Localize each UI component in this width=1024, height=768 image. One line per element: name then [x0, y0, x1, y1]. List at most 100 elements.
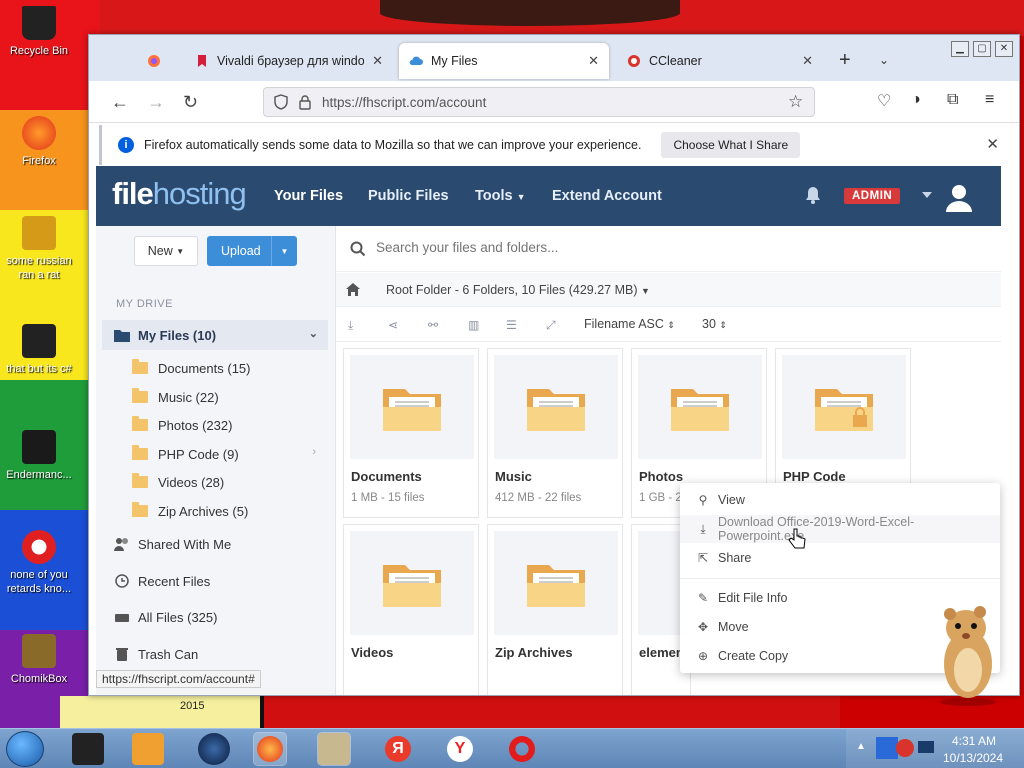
desktop-icon-chomikbox[interactable]: ChomikBox	[2, 634, 76, 686]
taskbar-app-globe[interactable]	[198, 733, 230, 765]
search-input[interactable]	[376, 240, 776, 255]
nav-tools[interactable]: Tools ▼	[475, 188, 526, 204]
sidebar-folder-php-code[interactable]: PHP Code (9) ›	[132, 440, 322, 468]
sidebar-folder-videos[interactable]: Videos (28)	[132, 468, 322, 496]
sort-select[interactable]: Filename ASC ⇕	[584, 317, 675, 331]
folder-thumbnail	[638, 355, 762, 459]
choose-what-i-share-button[interactable]: Choose What I Share	[661, 132, 801, 158]
taskbar-app-media-player[interactable]	[132, 733, 164, 765]
home-icon[interactable]	[346, 283, 360, 296]
list-tabs-chevron-down-icon[interactable]: ⌄	[879, 53, 889, 67]
desktop-icon-russian-rat[interactable]: some russian ran a rat	[2, 216, 76, 282]
list-view-icon[interactable]: ☰	[506, 318, 520, 332]
clock-date[interactable]: 10/13/2024	[938, 751, 1008, 765]
caret-down-icon: ▼	[176, 246, 185, 256]
context-menu-download[interactable]: ⤓ Download Office-2019-Word-Excel-Powerpo…	[680, 515, 1000, 543]
sidebar-item-all-files[interactable]: All Files (325)	[102, 602, 328, 632]
per-page-select[interactable]: 30 ⇕	[702, 317, 727, 331]
sidebar-item-recent[interactable]: Recent Files	[102, 566, 328, 596]
close-icon[interactable]: ✕	[588, 53, 599, 69]
context-menu-share[interactable]: ⇱ Share	[680, 544, 1000, 572]
search-row	[336, 226, 1001, 272]
chevron-right-icon[interactable]: ›	[312, 446, 316, 458]
folder-card-documents[interactable]: Documents 1 MB - 15 files	[343, 348, 479, 518]
sidebar-folder-zip-archives[interactable]: Zip Archives (5)	[132, 497, 322, 525]
pocket-icon[interactable]: ♡	[877, 91, 891, 111]
folder-name: Videos	[351, 645, 394, 660]
nav-your-files[interactable]: Your Files	[274, 188, 343, 204]
folder-card-zip-archives[interactable]: Zip Archives	[487, 524, 623, 695]
download-icon: ⤓	[700, 521, 706, 536]
sidebar-item-shared[interactable]: Shared With Me	[102, 529, 328, 559]
upload-options-button[interactable]: ▼	[271, 236, 297, 266]
forward-arrow-icon[interactable]: →	[147, 91, 165, 113]
desktop-icon-csharp[interactable]: that but its c#	[2, 324, 76, 376]
site-logo[interactable]: filehosting	[112, 176, 247, 212]
tray-monitor-icon[interactable]	[918, 741, 934, 753]
minimize-button[interactable]: ▁	[951, 41, 969, 57]
chevron-down-icon[interactable]: ⌄	[309, 327, 318, 340]
breadcrumb-root[interactable]: Root Folder - 6 Folders, 10 Files (429.2…	[386, 283, 650, 297]
taskbar-app-opera[interactable]	[506, 733, 538, 765]
firefox-icon	[148, 55, 160, 67]
folder-icon	[132, 473, 148, 488]
nav-public-files[interactable]: Public Files	[368, 188, 449, 204]
expand-icon[interactable]: ⤢	[546, 318, 560, 332]
start-button[interactable]	[6, 731, 44, 767]
sidebar-item-trash[interactable]: Trash Can	[102, 639, 328, 669]
extension-circle-icon[interactable]: ◑	[911, 91, 921, 109]
sidebar-item-my-files[interactable]: My Files (10) ⌄	[102, 320, 328, 350]
tab-vivaldi[interactable]: Vivaldi браузер для windows ✕	[185, 43, 393, 79]
tray-ccleaner-icon[interactable]	[896, 739, 914, 757]
close-icon[interactable]: ✕	[802, 53, 813, 69]
window-close-button[interactable]: ✕	[995, 41, 1013, 57]
sidebar-item-label: My Files (10)	[138, 327, 217, 343]
clock-time[interactable]: 4:31 AM	[944, 734, 1004, 748]
tab-my-files[interactable]: My Files ✕	[399, 43, 609, 79]
trash-icon[interactable]: ▥	[468, 318, 482, 332]
link-icon[interactable]: ⚯	[428, 318, 442, 332]
share-icon[interactable]: ⋖	[388, 318, 402, 332]
desktop-icon-endermanch[interactable]: Endermanc...	[2, 430, 76, 482]
desktop-icon-none-of-you[interactable]: none of you retards kno...	[2, 530, 76, 596]
taskbar-app-firefox[interactable]	[253, 732, 287, 766]
folder-thumbnail	[494, 355, 618, 459]
desktop-icon-firefox[interactable]: Firefox	[2, 116, 76, 168]
close-icon[interactable]: ✕	[372, 53, 383, 69]
sidebar-folder-photos[interactable]: Photos (232)	[132, 411, 322, 439]
folder-card-music[interactable]: Music 412 MB - 22 files	[487, 348, 623, 518]
sort-arrows-icon: ⇕	[667, 320, 675, 330]
bell-icon[interactable]	[802, 184, 824, 206]
wallpaper-black-bar	[260, 696, 264, 728]
close-icon[interactable]: ✕	[986, 135, 999, 153]
menu-hamburger-icon[interactable]: ≡	[985, 91, 994, 109]
extensions-puzzle-icon[interactable]: ⧉	[947, 91, 958, 109]
reload-icon[interactable]: ↻	[183, 91, 198, 113]
nav-extend-account[interactable]: Extend Account	[552, 188, 662, 204]
context-menu-view[interactable]: ⚲ View	[680, 486, 1000, 514]
bookmark-star-icon[interactable]: ☆	[788, 92, 803, 112]
upload-button[interactable]: Upload ▼	[207, 236, 297, 266]
back-arrow-icon[interactable]: ←	[111, 91, 129, 113]
tab-ccleaner[interactable]: CCleaner ✕	[617, 43, 823, 79]
status-link-tooltip: https://fhscript.com/account#	[96, 670, 261, 688]
sidebar-folder-music[interactable]: Music (22)	[132, 383, 322, 411]
taskbar-app-explorer[interactable]	[72, 733, 104, 765]
sidebar-folder-documents[interactable]: Documents (15)	[132, 354, 322, 382]
new-button[interactable]: New ▼	[134, 236, 198, 266]
desktop-icon-recycle-bin[interactable]: Recycle Bin	[2, 6, 76, 58]
folder-name: Photos	[639, 469, 684, 484]
user-avatar-icon[interactable]	[944, 182, 974, 212]
maximize-button[interactable]: ▢	[973, 41, 991, 57]
account-caret-down-icon[interactable]	[922, 192, 932, 198]
download-icon[interactable]: ⤓	[348, 318, 362, 332]
taskbar-app-installer[interactable]	[317, 732, 351, 766]
new-tab-plus-icon[interactable]: +	[839, 49, 851, 72]
taskbar-app-yandex[interactable]: Я	[382, 733, 414, 765]
tray-network-icon[interactable]	[876, 737, 898, 759]
tab-pinned-firefox[interactable]	[137, 43, 181, 79]
folder-card-videos[interactable]: Videos	[343, 524, 479, 695]
taskbar-app-yandex-browser[interactable]: Y	[444, 733, 476, 765]
url-bar[interactable]: https://fhscript.com/account ☆	[263, 87, 815, 117]
tray-expand-icon[interactable]: ▲	[856, 741, 866, 752]
